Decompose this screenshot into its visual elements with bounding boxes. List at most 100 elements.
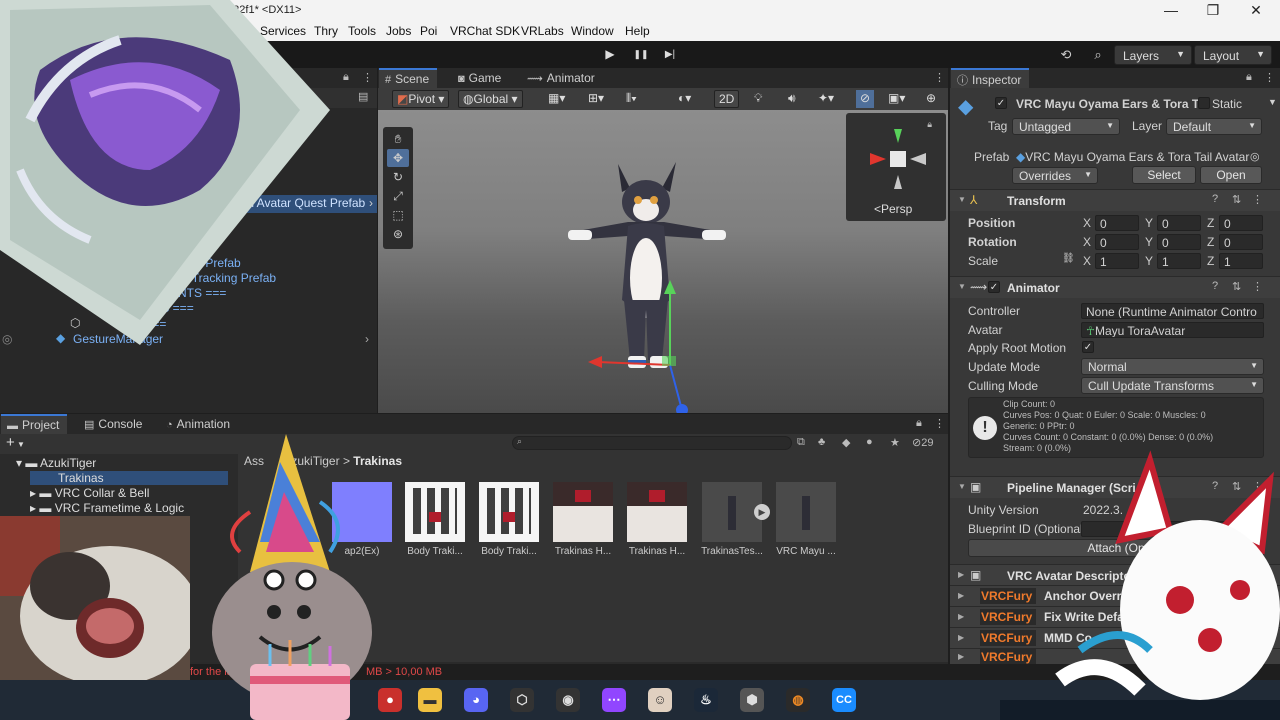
- increment-snap-icon[interactable]: ⫴▾: [622, 90, 641, 108]
- hand-tool-icon[interactable]: ✋︎: [387, 130, 409, 148]
- hidden-count-icon[interactable]: ⊘29: [912, 436, 933, 449]
- scene-icon[interactable]: ▤: [358, 90, 368, 103]
- layout-dropdown[interactable]: Layout ▼: [1194, 45, 1272, 65]
- favorite-icon[interactable]: ★: [890, 436, 900, 449]
- menu-dots-icon[interactable]: ⋮: [1264, 71, 1275, 84]
- tab-project[interactable]: ▬ Project: [1, 414, 68, 434]
- overrides-dropdown[interactable]: Overrides ▼: [1012, 167, 1098, 184]
- layers-dropdown[interactable]: Layers ▼: [1114, 45, 1192, 65]
- lock-icon[interactable]: 🔒︎: [916, 417, 922, 430]
- position-y-field[interactable]: 0: [1157, 215, 1201, 231]
- twitch-icon[interactable]: ⋯: [602, 688, 626, 712]
- menu-window[interactable]: Window: [571, 24, 614, 38]
- camera-icon[interactable]: ▣▾: [884, 90, 909, 108]
- help-icon[interactable]: ?: [1212, 193, 1218, 205]
- lock-icon[interactable]: 🔒︎: [1246, 71, 1252, 84]
- move-gizmo[interactable]: [578, 270, 698, 413]
- asset-item[interactable]: Trakinas H...: [625, 482, 689, 557]
- culling-mode-dropdown[interactable]: Cull Update Transforms ▼: [1081, 377, 1264, 394]
- help-icon[interactable]: ?: [1212, 280, 1218, 292]
- menu-dots-icon[interactable]: ⋮: [1252, 193, 1263, 206]
- tab-console[interactable]: ▤ Console: [78, 414, 150, 434]
- scale-x-field[interactable]: 1: [1095, 253, 1139, 269]
- transform-header[interactable]: ▼ ⅄ Transform ? ⇅ ⋮: [950, 189, 1280, 211]
- menu-tools[interactable]: Tools: [348, 24, 376, 38]
- asset-item[interactable]: Body Traki...: [403, 482, 467, 557]
- avatar-app-icon[interactable]: ☺: [648, 688, 672, 712]
- obs-icon[interactable]: ◉: [556, 688, 580, 712]
- asset-item[interactable]: ▶ TrakinasTes...: [700, 482, 770, 557]
- tab-game[interactable]: ◙ Game: [452, 68, 509, 88]
- menu-dots-icon[interactable]: ⋮: [934, 71, 945, 84]
- active-checkbox[interactable]: ✓: [995, 97, 1007, 109]
- shading-mode-icon[interactable]: ◐▾: [674, 90, 695, 108]
- lock-icon[interactable]: 🔒︎: [343, 71, 349, 84]
- file-explorer-icon[interactable]: ▬: [418, 688, 442, 712]
- grid-snap-icon[interactable]: ▦▾: [544, 90, 569, 108]
- rotation-x-field[interactable]: 0: [1095, 234, 1139, 250]
- filter-label-icon[interactable]: ♣: [818, 436, 825, 448]
- select-button[interactable]: Select: [1132, 166, 1196, 184]
- layer-dropdown[interactable]: Default ▼: [1166, 118, 1262, 135]
- tag-dropdown[interactable]: Untagged ▼: [1012, 118, 1120, 135]
- tab-inspector[interactable]: ⓘ Inspector: [951, 68, 1030, 88]
- menu-dots-icon[interactable]: ⋮: [1252, 280, 1263, 293]
- position-x-field[interactable]: 0: [1095, 215, 1139, 231]
- hidden-objects-icon[interactable]: ⊘: [856, 90, 875, 108]
- blender-icon[interactable]: ◍: [786, 688, 810, 712]
- project-search-input[interactable]: ⌕: [512, 436, 792, 450]
- tab-animator[interactable]: ⟿ Animator: [521, 68, 603, 88]
- unity-hub-icon[interactable]: ⬡: [510, 688, 534, 712]
- rotate-tool-icon[interactable]: ↻: [387, 168, 409, 186]
- move-tool-icon[interactable]: ✥: [387, 149, 409, 167]
- rotation-z-field[interactable]: 0: [1219, 234, 1263, 250]
- animator-header[interactable]: ▼ ⟿ ✓ Animator ? ⇅ ⋮: [950, 276, 1280, 298]
- chevron-down-icon[interactable]: ▼: [1268, 97, 1277, 107]
- folder-item[interactable]: ▾ ▬ AzukiTiger: [16, 456, 96, 470]
- global-dropdown[interactable]: ◍Global ▾: [458, 90, 523, 108]
- effects-icon[interactable]: ✦▾: [814, 90, 838, 108]
- toggle-2d-button[interactable]: 2D: [714, 90, 740, 108]
- menu-vrlabs[interactable]: VRLabs: [521, 24, 564, 38]
- tab-scene[interactable]: # Scene: [379, 68, 438, 88]
- pivot-dropdown[interactable]: ◩Pivot ▾: [392, 90, 450, 108]
- link-icon[interactable]: ⛓︎: [1062, 253, 1075, 264]
- menu-vrchat-sdk[interactable]: VRChat SDK: [450, 24, 520, 38]
- position-z-field[interactable]: 0: [1219, 215, 1263, 231]
- app-icon[interactable]: ●: [378, 688, 402, 712]
- step-button[interactable]: ▶|: [656, 45, 684, 64]
- rotation-y-field[interactable]: 0: [1157, 234, 1201, 250]
- menu-dots-icon[interactable]: ⋮: [934, 417, 945, 430]
- lighting-icon[interactable]: 💡︎: [750, 90, 766, 108]
- play-preview-icon[interactable]: ▶: [754, 504, 770, 520]
- open-button[interactable]: Open: [1200, 166, 1262, 184]
- folder-item[interactable]: ▸ ▬ VRC Frametime & Logic: [30, 501, 184, 515]
- snap-icon[interactable]: ⊞▾: [584, 90, 608, 108]
- controller-field[interactable]: None (Runtime Animator Contro: [1081, 303, 1264, 319]
- folder-item[interactable]: ▸ ▬ VRC Collar & Bell: [30, 486, 149, 500]
- tab-animation[interactable]: ◔ Animation: [160, 414, 238, 434]
- asset-item[interactable]: Trakinas H...: [551, 482, 615, 557]
- filter-type-icon[interactable]: ⧉: [797, 436, 805, 449]
- apply-root-motion-checkbox[interactable]: ✓: [1082, 341, 1094, 353]
- tag-icon[interactable]: ◆: [842, 436, 850, 449]
- preset-icon[interactable]: ⇅: [1232, 280, 1241, 293]
- search-icon[interactable]: ⌕: [1085, 45, 1111, 65]
- target-icon[interactable]: ◎: [1250, 150, 1260, 163]
- asset-item[interactable]: Body Traki...: [477, 482, 541, 557]
- scale-tool-icon[interactable]: ⤢: [387, 187, 409, 205]
- close-button[interactable]: ✕: [1244, 1, 1268, 19]
- maximize-button[interactable]: ❐: [1201, 1, 1225, 19]
- audio-icon[interactable]: 🔊︎: [784, 90, 800, 108]
- history-icon[interactable]: ⟲: [1053, 45, 1079, 65]
- transform-tool-icon[interactable]: ⊛: [387, 225, 409, 243]
- warning-filter-icon[interactable]: ●: [866, 436, 873, 448]
- pause-button[interactable]: ❚❚: [627, 45, 655, 64]
- gizmos-icon[interactable]: ⊕: [922, 90, 940, 108]
- avatar-field[interactable]: ☥Mayu ToraAvatar: [1081, 322, 1264, 338]
- menu-jobs[interactable]: Jobs: [386, 24, 411, 38]
- rect-tool-icon[interactable]: ⬚: [387, 206, 409, 224]
- scale-y-field[interactable]: 1: [1157, 253, 1201, 269]
- cc-icon[interactable]: CC: [832, 688, 856, 712]
- asset-item[interactable]: VRC Mayu ...: [774, 482, 838, 557]
